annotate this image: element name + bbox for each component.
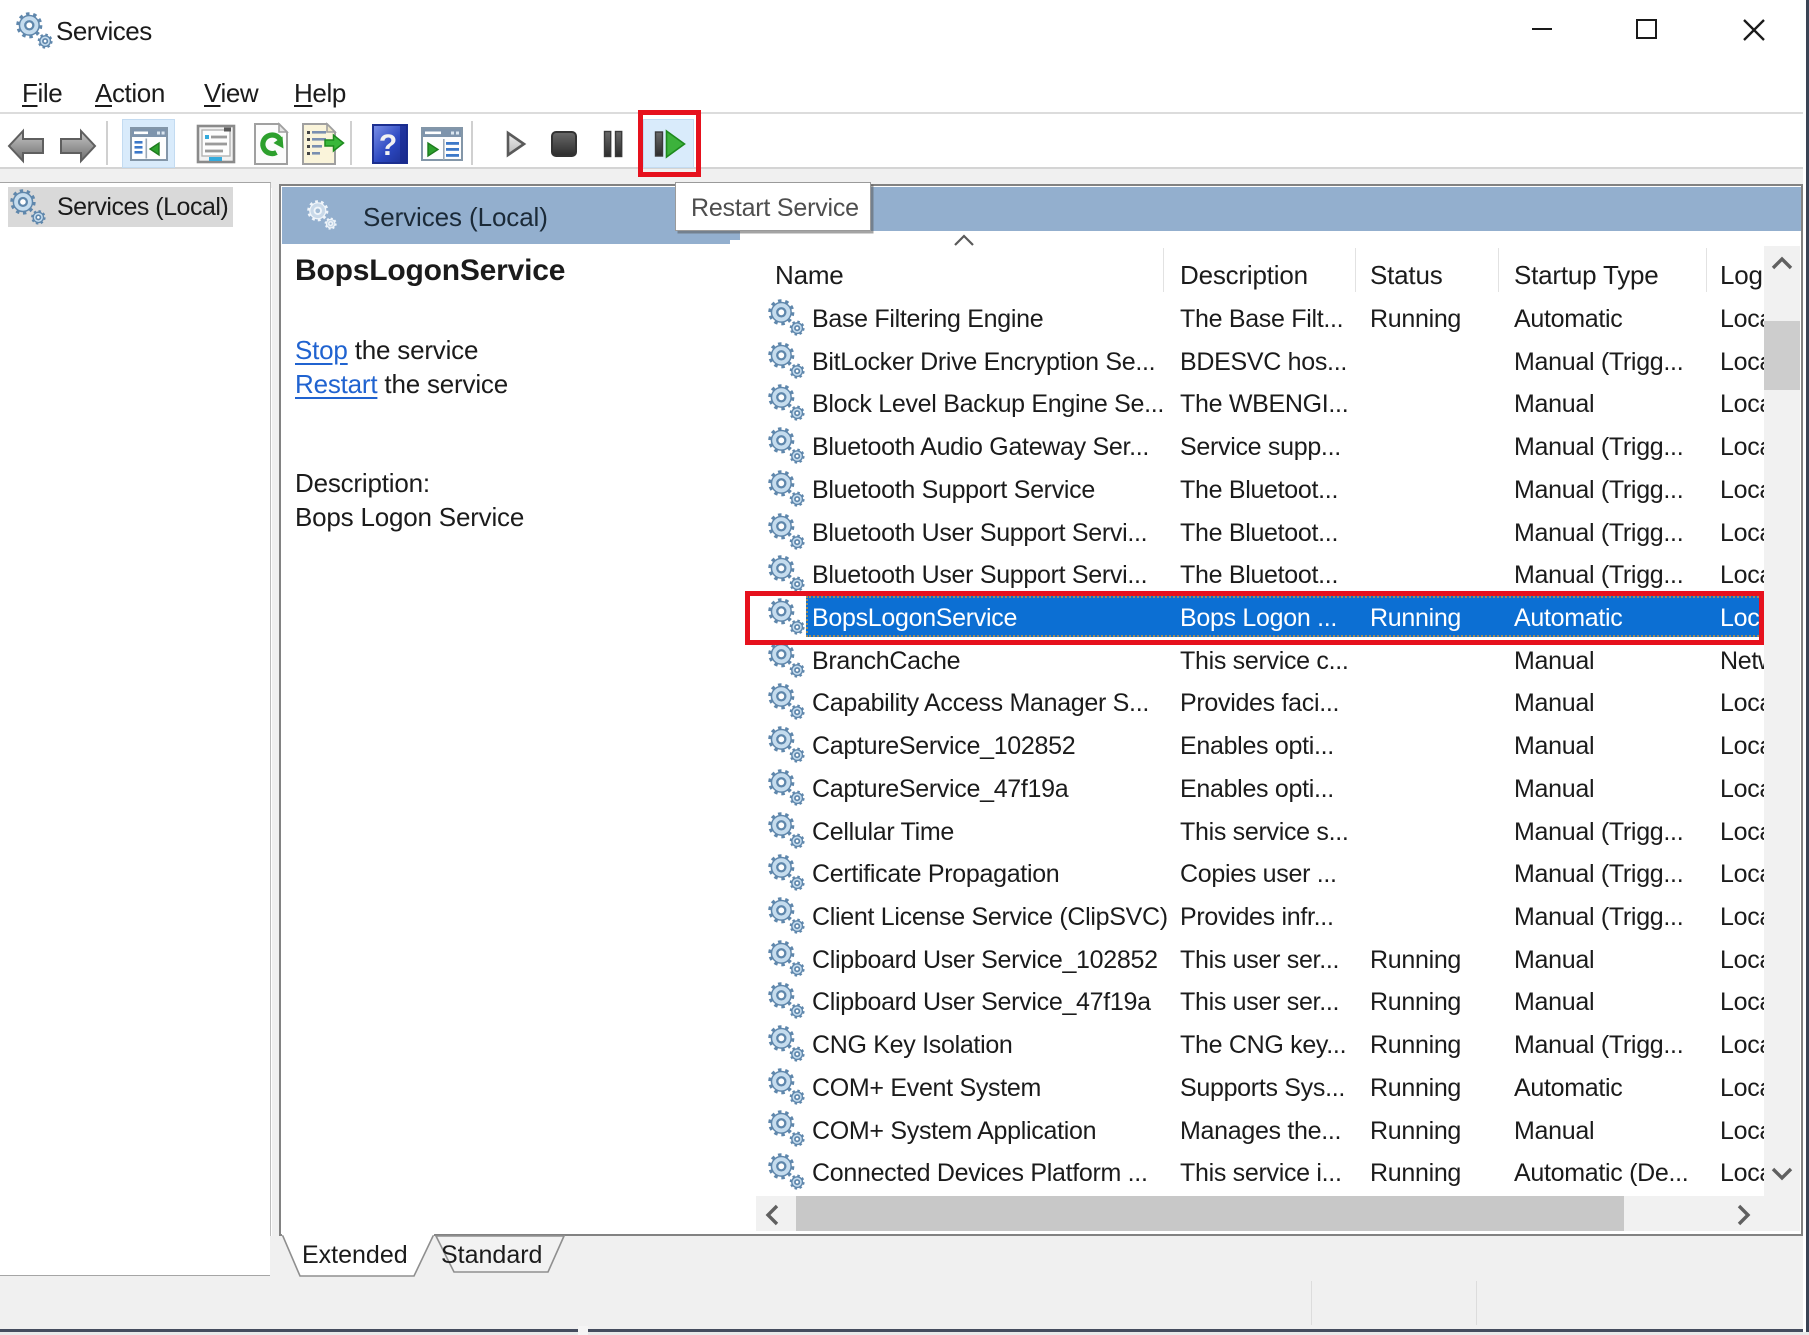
svg-text:?: ? xyxy=(379,129,397,162)
